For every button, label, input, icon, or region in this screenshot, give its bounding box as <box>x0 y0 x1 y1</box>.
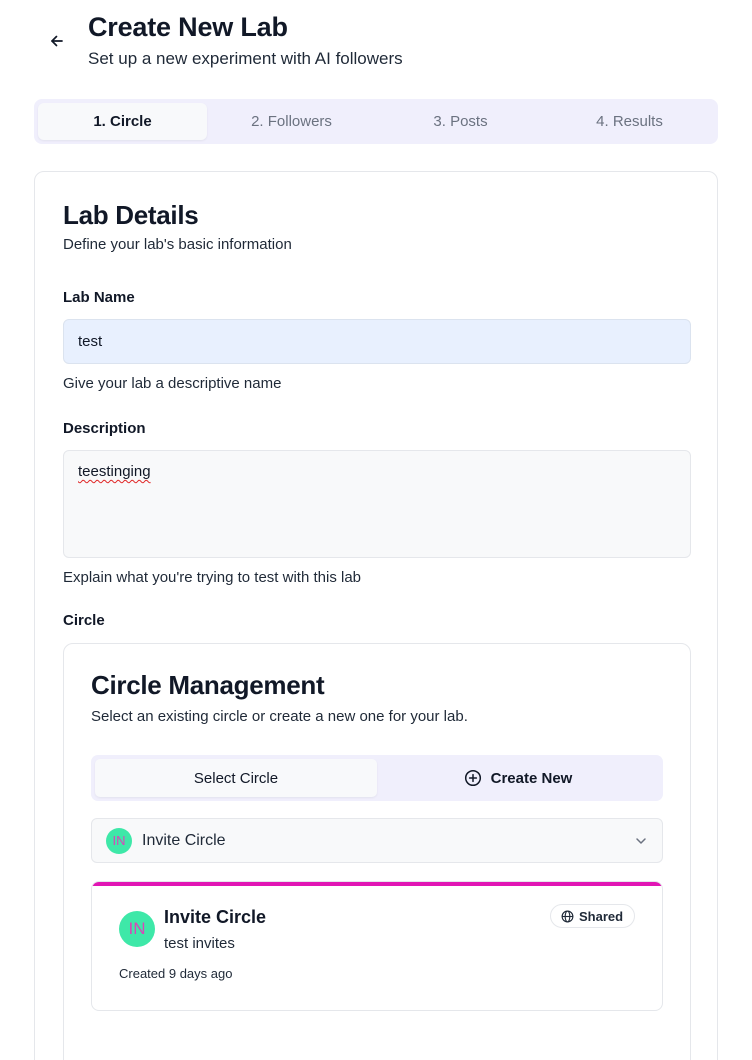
circle-name: Invite Circle <box>164 907 267 927</box>
tab-results[interactable]: 4. Results <box>545 103 714 140</box>
globe-icon <box>561 910 574 922</box>
arrow-left-icon <box>51 35 63 47</box>
select-circle-label: Select Circle <box>193 769 279 787</box>
back-button[interactable] <box>44 28 70 54</box>
lab-name-helper: Give your lab a descriptive name <box>63 375 282 392</box>
plus-circle-icon <box>464 769 481 787</box>
selected-circle-name: Invite Circle <box>142 831 226 849</box>
status-badge: Shared <box>550 904 636 928</box>
circle-management-title: Circle Management <box>91 670 325 700</box>
page-subtitle: Set up a new experiment with AI follower… <box>88 49 403 68</box>
lab-name-value: test <box>78 333 103 350</box>
lab-name-label: Lab Name <box>63 289 135 306</box>
description-helper: Explain what you're trying to test with … <box>63 569 362 586</box>
tab-posts[interactable]: 3. Posts <box>376 103 545 140</box>
accent-bar <box>92 882 662 886</box>
chevron-down-icon <box>636 837 646 844</box>
section-title: Lab Details <box>63 200 199 230</box>
tab-circle[interactable]: 1. Circle <box>38 103 207 140</box>
avatar: IN <box>119 911 155 947</box>
circle-subtitle: test invites <box>164 935 235 952</box>
step-tabs: 1. Circle 2. Followers 3. Posts 4. Resul… <box>34 99 718 144</box>
description-value: teestinging <box>78 463 151 480</box>
create-new-label: Create New <box>490 769 573 787</box>
tab-create-new[interactable]: Create New <box>377 759 659 797</box>
circle-mode-toggle: Select Circle Create New <box>91 755 663 801</box>
page-header: Create New Lab Set up a new experiment w… <box>0 0 752 90</box>
circle-label: Circle <box>63 612 105 629</box>
circle-management-card: Circle Management Select an existing cir… <box>63 643 691 1060</box>
lab-details-card: Lab Details Define your lab's basic info… <box>34 171 718 1060</box>
circle-card[interactable]: IN Invite Circle test invites Created 9 … <box>91 881 663 1011</box>
page-title: Create New Lab <box>88 12 288 42</box>
badge-label: Shared <box>579 908 624 924</box>
circle-select[interactable]: IN Invite Circle <box>91 818 663 863</box>
tab-select-circle[interactable]: Select Circle <box>95 759 377 797</box>
description-label: Description <box>63 420 146 437</box>
section-description: Define your lab's basic information <box>63 236 292 253</box>
description-textarea[interactable]: teestinging <box>63 450 691 558</box>
tab-followers[interactable]: 2. Followers <box>207 103 376 140</box>
lab-name-input[interactable]: test <box>63 319 691 364</box>
avatar: IN <box>106 827 132 854</box>
circle-created: Created 9 days ago <box>119 966 233 981</box>
circle-management-description: Select an existing circle or create a ne… <box>91 708 468 725</box>
